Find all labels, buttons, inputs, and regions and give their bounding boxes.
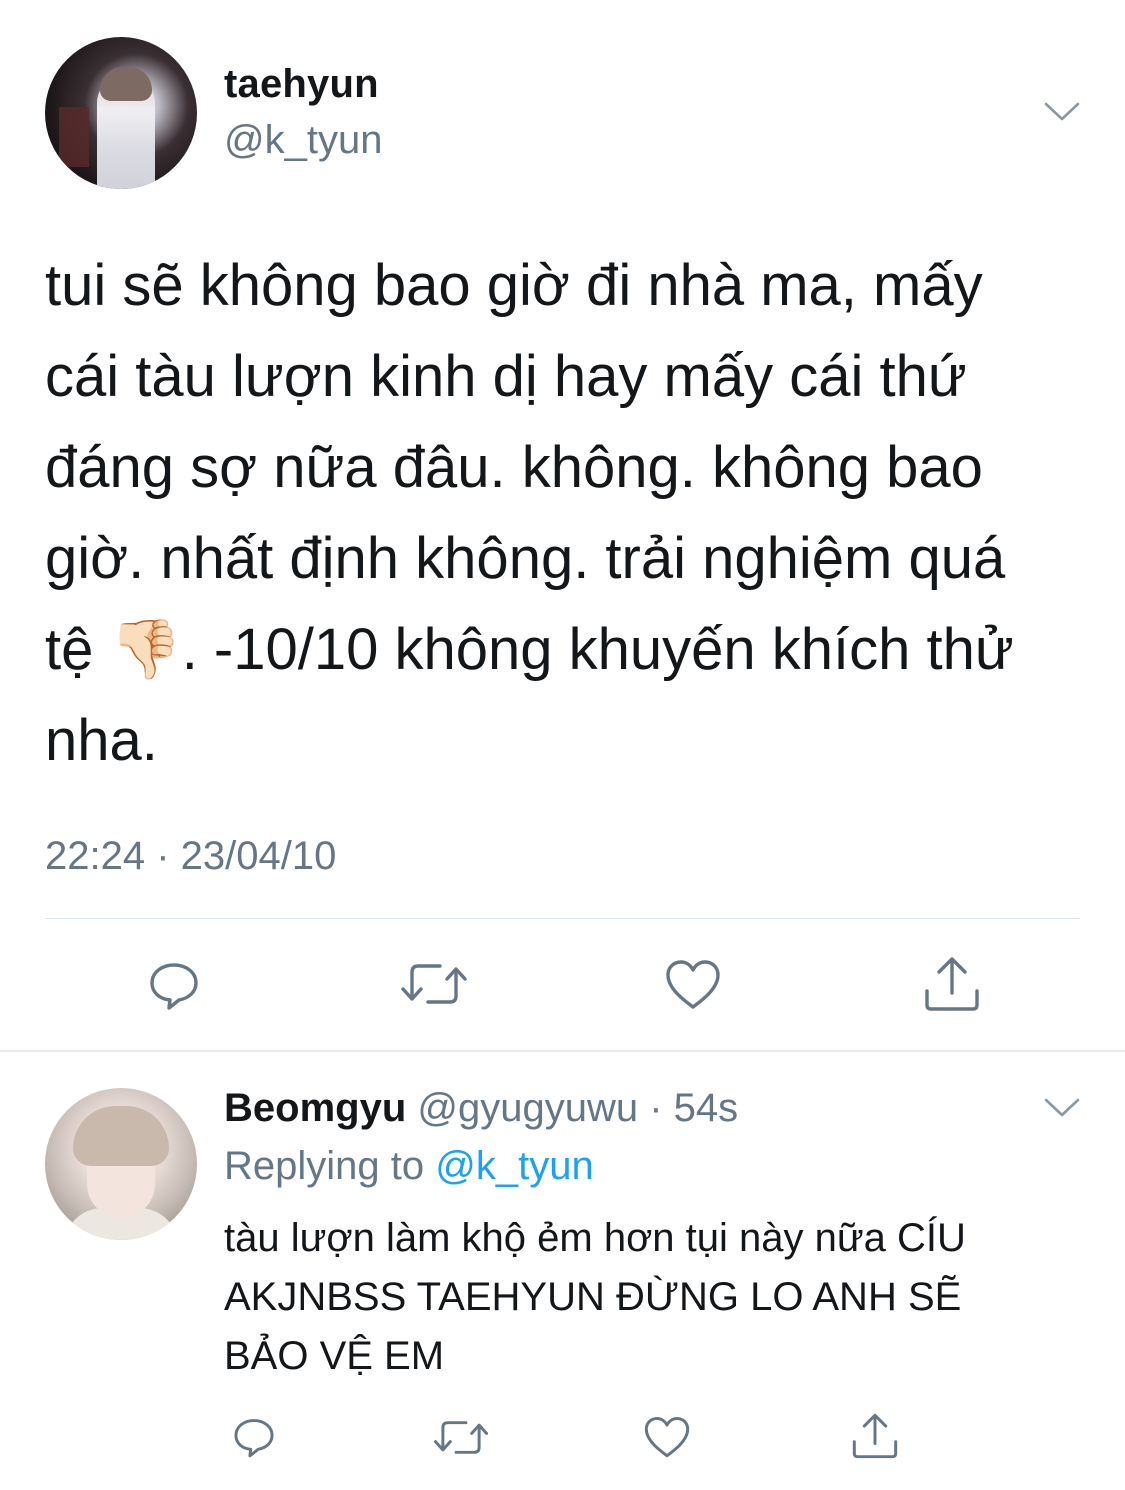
reply-header: Beomgyu @gyugyuwu · 54s	[224, 1086, 738, 1131]
avatar[interactable]	[45, 37, 197, 189]
divider	[45, 918, 1080, 919]
replying-to-link[interactable]: @k_tyun	[435, 1144, 593, 1188]
reply-text-line: AKJNBSS TAEHYUN ĐỪNG LO ANH SẼ	[224, 1275, 962, 1319]
chevron-down-icon[interactable]	[1044, 1097, 1080, 1119]
reply-time[interactable]: 54s	[674, 1086, 739, 1130]
reply-text-line: tàu lượn làm khộ ẻm hơn tụi này nữa CÍU	[224, 1216, 966, 1260]
tweet-text-line: giờ. nhất định không. trải nghiệm quá	[45, 526, 1006, 591]
display-name[interactable]: taehyun	[224, 62, 379, 107]
reply-handle[interactable]: @gyugyuwu	[417, 1086, 638, 1130]
share-icon[interactable]	[922, 955, 982, 1013]
reply-avatar[interactable]	[45, 1088, 197, 1240]
tweet-text-line: tui sẽ không bao giờ đi nhà ma, mấy	[45, 253, 983, 318]
tweet-text-line: cái tàu lượn kinh dị hay mấy cái thứ	[45, 344, 967, 409]
reply-icon[interactable]	[146, 957, 202, 1013]
tweet-text-line: tệ 👎🏻. -10/10 không khuyến khích thử	[45, 617, 1014, 682]
like-icon[interactable]	[643, 1415, 691, 1460]
avatar-background-detail	[59, 107, 89, 167]
replying-to: Replying to @k_tyun	[224, 1144, 594, 1189]
tweet-text: tui sẽ không bao giờ đi nhà ma, mấy cái …	[45, 240, 1085, 786]
replying-to-label: Replying to	[224, 1144, 436, 1188]
retweet-icon[interactable]	[433, 1416, 489, 1459]
tweet-text-line: nha.	[45, 708, 158, 773]
like-icon[interactable]	[664, 958, 722, 1012]
chevron-down-icon[interactable]	[1044, 101, 1080, 123]
reply-separator: ·	[638, 1086, 674, 1130]
tweet-text-line: đáng sợ nữa đâu. không. không bao	[45, 435, 983, 500]
tweet-timestamp[interactable]: 22:24 · 23/04/10	[45, 834, 336, 879]
reply-text-line: BẢO VỆ EM	[224, 1334, 445, 1378]
avatar-hair	[73, 1106, 169, 1166]
reply-icon[interactable]	[231, 1414, 277, 1460]
avatar-hair	[100, 67, 152, 101]
section-divider	[0, 1050, 1125, 1052]
share-icon[interactable]	[850, 1412, 900, 1460]
user-handle[interactable]: @k_tyun	[224, 118, 382, 163]
reply-text: tàu lượn làm khộ ẻm hơn tụi này nữa CÍU …	[224, 1209, 1094, 1386]
reply-display-name[interactable]: Beomgyu	[224, 1086, 406, 1130]
retweet-icon[interactable]	[400, 958, 468, 1010]
main-tweet: taehyun @k_tyun tui sẽ không bao giờ đi …	[0, 0, 1125, 1050]
